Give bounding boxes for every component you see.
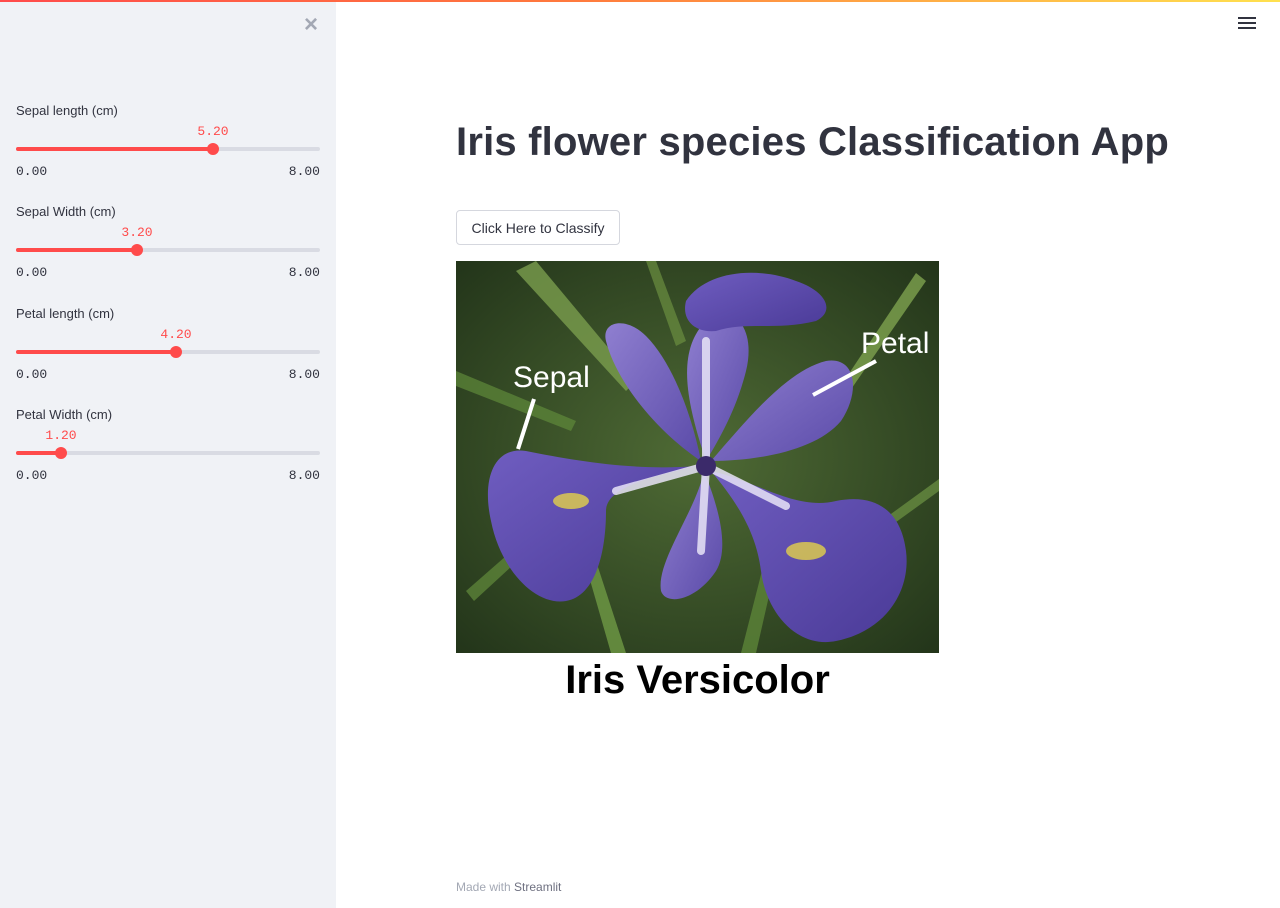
slider-petal-length: Petal length (cm) 4.20 0.00 8.00 [16, 305, 320, 382]
page-title: Iris flower species Classification App [456, 120, 1170, 164]
slider-fill [16, 350, 176, 354]
slider-value: 4.20 [160, 327, 192, 342]
slider-value: 1.20 [45, 428, 77, 443]
slider-thumb[interactable] [55, 447, 67, 459]
slider-label: Sepal length (cm) [16, 103, 118, 118]
slider-sepal-length: Sepal length (cm) 5.20 0.00 8.00 [16, 102, 320, 179]
sidebar: × Sepal length (cm) 5.20 0.00 8.00 Sepal… [0, 0, 336, 908]
image-label-sepal: Sepal [513, 361, 590, 394]
iris-flower-image: Sepal Petal [456, 261, 939, 653]
slider-thumb[interactable] [207, 143, 219, 155]
slider-fill [16, 147, 213, 151]
slider-max: 8.00 [288, 468, 320, 483]
slider-min: 0.00 [16, 468, 48, 483]
slider-min: 0.00 [16, 367, 48, 382]
slider-petal-width: Petal Width (cm) 1.20 0.00 8.00 [16, 406, 320, 483]
streamlit-link[interactable]: Streamlit [514, 880, 561, 894]
slider-fill [16, 248, 137, 252]
slider-min: 0.00 [16, 265, 48, 280]
classify-button[interactable]: Click Here to Classify [456, 210, 620, 245]
slider-label: Sepal Width (cm) [16, 204, 116, 219]
slider-track[interactable] [16, 447, 320, 459]
footer-prefix: Made with [456, 880, 511, 894]
slider-label: Petal length (cm) [16, 306, 115, 321]
slider-max: 8.00 [288, 367, 320, 382]
slider-max: 8.00 [288, 265, 320, 280]
classification-result: Iris Versicolor [565, 658, 830, 702]
footer: Made with Streamlit [456, 880, 561, 894]
slider-max: 8.00 [288, 164, 320, 179]
top-decoration-stripe [0, 0, 1280, 2]
slider-track[interactable] [16, 244, 320, 256]
close-icon[interactable]: × [300, 12, 322, 38]
image-label-petal: Petal [861, 327, 929, 360]
slider-value: 3.20 [121, 225, 153, 240]
slider-sepal-width: Sepal Width (cm) 3.20 0.00 8.00 [16, 203, 320, 280]
slider-track[interactable] [16, 143, 320, 155]
slider-track[interactable] [16, 346, 320, 358]
slider-label: Petal Width (cm) [16, 407, 113, 422]
slider-value: 5.20 [197, 124, 229, 139]
hamburger-menu-icon[interactable] [1236, 14, 1258, 34]
slider-min: 0.00 [16, 164, 48, 179]
slider-thumb[interactable] [131, 244, 143, 256]
slider-thumb[interactable] [170, 346, 182, 358]
